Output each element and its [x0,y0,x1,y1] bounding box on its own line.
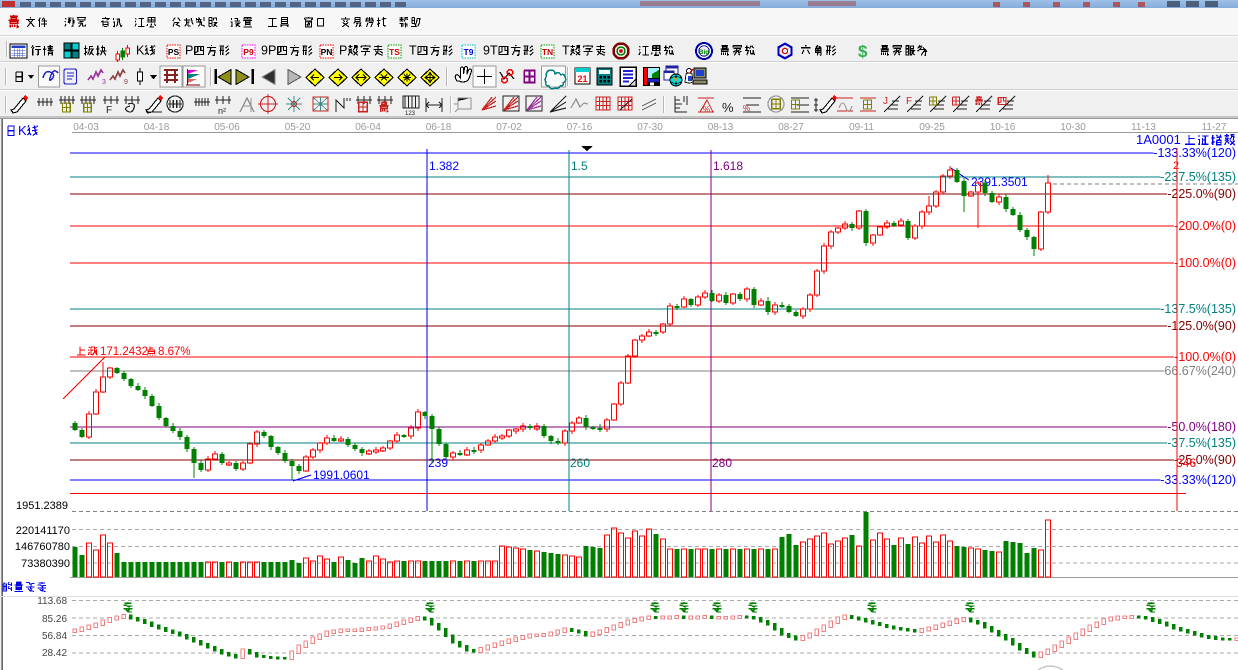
svg-text:85.26: 85.26 [42,614,67,625]
svg-text:04-18: 04-18 [144,122,170,133]
svg-text:9: 9 [124,79,128,86]
svg-text:346: 346 [1176,456,1196,470]
svg-text:1991.0601: 1991.0601 [313,468,370,482]
svg-text:n²: n² [218,106,226,116]
svg-text:P: P [185,44,193,58]
svg-text:-133.33%(120): -133.33%(120) [1153,146,1236,160]
svg-text:07-16: 07-16 [567,122,593,133]
svg-text:T9: T9 [464,47,474,57]
svg-text:09-11: 09-11 [849,122,874,133]
svg-text:9T: 9T [483,44,498,58]
svg-text:56.84: 56.84 [42,631,67,642]
svg-text:66.67%(240): 66.67%(240) [1164,364,1236,378]
svg-text:9P: 9P [261,44,276,58]
svg-text:260: 260 [570,456,590,470]
svg-text:09-25: 09-25 [919,122,945,133]
svg-text:07-30: 07-30 [637,122,663,133]
svg-text:T: T [562,44,570,58]
svg-text:%: % [722,100,734,115]
svg-text:06-04: 06-04 [355,122,381,133]
svg-text:%: % [743,104,750,113]
svg-text:PN: PN [321,47,333,57]
svg-text:2391.3501: 2391.3501 [971,175,1028,189]
svg-text:05-06: 05-06 [214,122,240,133]
svg-text:280: 280 [712,456,732,470]
svg-text:1.5: 1.5 [571,159,588,173]
svg-text:1951.2389: 1951.2389 [16,500,68,512]
svg-text:F: F [106,105,112,116]
svg-text:171.2432: 171.2432 [100,346,148,358]
svg-text:-237.5%(135): -237.5%(135) [1160,170,1236,184]
svg-text:-100.0%(0): -100.0%(0) [1174,350,1236,364]
svg-text:146760780: 146760780 [15,541,70,553]
svg-text:1.382: 1.382 [429,159,459,173]
svg-text:-137.5%(135): -137.5%(135) [1160,302,1236,316]
svg-text:PS: PS [168,47,180,57]
svg-text:F: F [906,96,912,107]
svg-text:T: T [409,44,417,58]
svg-text:-200.0%(0): -200.0%(0) [1174,219,1236,233]
svg-text:73380390: 73380390 [21,558,70,570]
svg-text:-125.0%(90): -125.0%(90) [1167,319,1236,333]
svg-text:P: P [339,44,347,58]
svg-text:-33.33%(120): -33.33%(120) [1160,473,1236,487]
svg-text:8.67%: 8.67% [158,346,191,358]
svg-text:08-27: 08-27 [778,122,804,133]
svg-text:$: $ [858,42,868,61]
svg-text:1.618: 1.618 [713,159,743,173]
svg-text:07-02: 07-02 [496,122,522,133]
svg-text:TS: TS [389,47,400,57]
svg-text:P9: P9 [243,47,254,57]
svg-text:08-13: 08-13 [708,122,734,133]
svg-text:113.68: 113.68 [37,596,67,607]
svg-text:21: 21 [577,74,587,84]
svg-text:J: J [883,96,888,107]
svg-text:K: K [136,44,145,58]
svg-text:10-16: 10-16 [990,122,1016,133]
svg-text:%: % [703,105,710,114]
svg-text:3: 3 [102,79,106,86]
svg-text:K: K [18,123,27,138]
svg-text:28.42: 28.42 [42,648,67,659]
svg-text:239: 239 [428,456,448,470]
svg-text:-37.5%(135): -37.5%(135) [1167,436,1236,450]
svg-text:Big: Big [699,49,710,56]
svg-text:2: 2 [1173,160,1179,172]
svg-text:10-30: 10-30 [1060,122,1086,133]
svg-text:05-20: 05-20 [285,122,311,133]
svg-text:-225.0%(90): -225.0%(90) [1167,187,1236,201]
svg-text:123: 123 [405,111,416,117]
svg-text:06-18: 06-18 [426,122,452,133]
svg-text:04-03: 04-03 [73,122,99,133]
svg-text:TN: TN [542,47,553,57]
svg-text:-100.0%(0): -100.0%(0) [1174,256,1236,270]
svg-text:220141170: 220141170 [16,525,70,537]
svg-text:11-27: 11-27 [1202,122,1227,133]
svg-text:-50.0%(180): -50.0%(180) [1167,420,1236,434]
svg-text:1A0001: 1A0001 [1136,132,1181,147]
